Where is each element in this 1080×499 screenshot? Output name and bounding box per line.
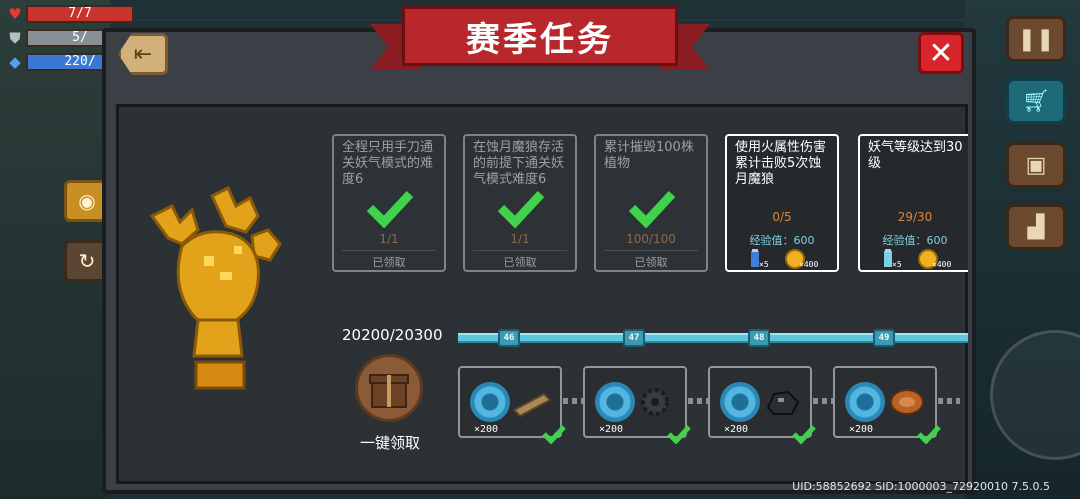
quest-description: 妖气等级达到30级: [868, 140, 963, 171]
quest-description: 使用火属性伤害累计击败5次蚀月魔狼: [735, 140, 827, 187]
panel-title: 赛季任务: [402, 6, 678, 66]
gem-qty: ×200: [474, 424, 499, 435]
reward-qty: ×5: [759, 260, 769, 269]
potion-reward-icon: ×5: [745, 249, 769, 269]
claim-all-label[interactable]: 一键领取: [340, 432, 440, 453]
quest-progress: 29/30: [897, 210, 933, 224]
reward-connector: [688, 398, 710, 404]
claimed-check-icon: [667, 425, 691, 444]
quest-progress: 1/1: [510, 232, 530, 246]
claimed-check-icon: [792, 425, 816, 444]
quest-description: 累计摧毁100株植物: [604, 140, 694, 171]
pause-icon: ❚❚: [1017, 26, 1055, 52]
level-marker: 47: [623, 329, 645, 347]
potion-reward-icon: ×5: [878, 249, 902, 269]
quest-card[interactable]: 妖气等级达到30级 29/30 经验值：600 ×5 ×400: [858, 134, 968, 272]
title-ribbon: 赛季任务: [370, 6, 710, 72]
back-arrow-icon: ⇤: [133, 41, 153, 67]
quest-card[interactable]: 在蚀月魔狼存活的前提下通关妖气模式难度6 1/1 已领取: [463, 134, 577, 272]
quest-exp-reward: 经验值：600: [749, 234, 815, 247]
shop-button[interactable]: 🛒︎: [1006, 78, 1066, 124]
reward-connector: [813, 398, 835, 404]
level-reward-box[interactable]: ×200: [708, 366, 816, 444]
wood-plank-icon: [512, 392, 552, 418]
season-exp-counter: 20200/20300: [342, 326, 443, 344]
gift-box-icon: [369, 374, 409, 408]
stairs-icon: ▟: [1027, 214, 1045, 240]
quest-progress: 0/5: [772, 210, 792, 224]
hp-bar: 7/7: [26, 5, 134, 23]
level-marker: 48: [748, 329, 770, 347]
claimed-check-icon: [542, 425, 566, 444]
golden-trophy-icon: [149, 186, 282, 390]
gem-icon: [595, 382, 635, 422]
checkmark-icon: [497, 190, 545, 228]
level-reward-box[interactable]: ×200: [833, 366, 941, 444]
refresh-icon: ↻: [78, 249, 96, 273]
reward-connector: [938, 398, 960, 404]
heart-icon: ♥: [8, 5, 22, 23]
quest-status: 已领取: [342, 250, 436, 270]
coin-reward-icon: ×400: [918, 249, 951, 269]
gem-icon: [720, 382, 760, 422]
meat-icon: [890, 389, 924, 415]
level-marker: 49: [873, 329, 895, 347]
reward-qty: ×400: [932, 260, 952, 269]
quest-status: 已领取: [473, 250, 567, 270]
gem-icon: [845, 382, 885, 422]
close-icon: ✕: [928, 35, 954, 71]
checkmark-icon: [628, 190, 676, 228]
reward-qty: ×400: [799, 260, 819, 269]
gem-icon: [470, 382, 510, 422]
armor-value: 5/: [72, 30, 88, 45]
build-info: UID:58852692 SID:1000003_72920010 7.5.0.…: [792, 480, 1050, 493]
level-reward-box[interactable]: ×200: [458, 366, 566, 444]
hp-value: 7/7: [68, 6, 92, 21]
shield-icon: ⛊: [9, 29, 21, 47]
cart-icon: 🛒︎: [1022, 88, 1050, 114]
level-reward-box[interactable]: ×200: [583, 366, 691, 444]
quest-exp-reward: 经验值：600: [882, 234, 948, 247]
coal-ore-icon: [766, 390, 800, 415]
quest-progress: 100/100: [626, 232, 676, 246]
reward-qty: ×5: [892, 260, 902, 269]
quest-status: 已领取: [604, 250, 698, 270]
claimed-check-icon: [917, 425, 941, 444]
quest-card[interactable]: 累计摧毁100株植物 100/100 已领取: [594, 134, 708, 272]
quest-card-list[interactable]: 全程只用手刀通关妖气模式的难度6 1/1 已领取 在蚀月魔狼存活的前提下通关妖气…: [330, 134, 968, 274]
location-pin-icon: ◉: [78, 189, 96, 213]
coin-reward-icon: ×400: [785, 249, 818, 269]
pause-button[interactable]: ❚❚: [1006, 16, 1066, 62]
energy-value: 220/: [64, 54, 96, 69]
reward-connector: [563, 398, 585, 404]
claim-all-gift-button[interactable]: [355, 354, 423, 422]
gear-part-icon: [641, 388, 669, 416]
checkmark-icon: [366, 190, 414, 228]
quest-progress: 1/1: [379, 232, 399, 246]
gem-qty: ×200: [724, 424, 749, 435]
quest-card[interactable]: 全程只用手刀通关妖气模式的难度6 1/1 已领取: [332, 134, 446, 272]
energy-icon: ◆: [9, 53, 21, 71]
quest-card[interactable]: 使用火属性伤害累计击败5次蚀月魔狼 0/5 经验值：600 ×5 ×400: [725, 134, 839, 272]
quest-description: 全程只用手刀通关妖气模式的难度6: [342, 140, 434, 187]
exit-button[interactable]: ▟: [1006, 204, 1066, 250]
profile-card-icon: ▣: [1025, 152, 1047, 178]
quest-description: 在蚀月魔狼存活的前提下通关妖气模式难度6: [473, 140, 565, 187]
gem-qty: ×200: [849, 424, 874, 435]
profile-button[interactable]: ▣: [1006, 142, 1066, 188]
gem-qty: ×200: [599, 424, 624, 435]
level-marker: 46: [498, 329, 520, 347]
close-button[interactable]: ✕: [918, 32, 964, 74]
